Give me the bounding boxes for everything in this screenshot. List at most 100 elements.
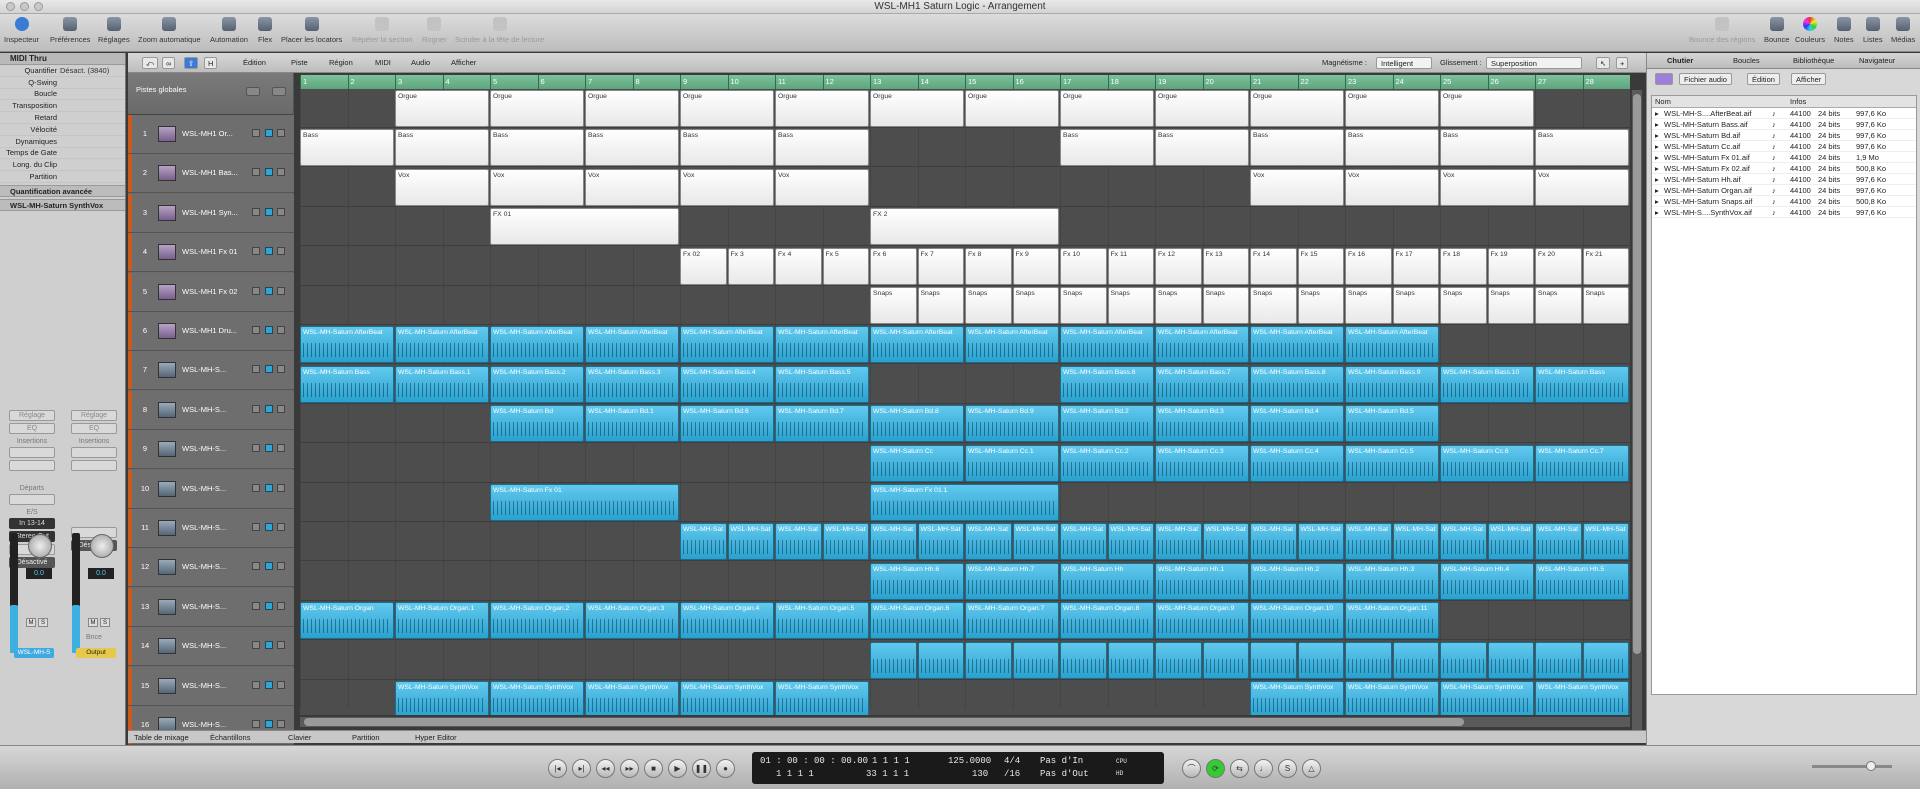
midi-region[interactable]: Bass	[585, 129, 679, 167]
midi-region[interactable]: Orgue	[775, 90, 869, 127]
midi-region[interactable]: Snaps	[1107, 287, 1154, 324]
audio-region[interactable]: WSL-MH-Saturn SynthVox	[775, 681, 869, 715]
audio-region[interactable]	[870, 641, 917, 679]
audio-region[interactable]: WSL-MH-Sat	[1582, 523, 1629, 561]
midi-region[interactable]: Snaps	[1202, 287, 1249, 324]
disclosure-triangle-icon[interactable]: ▸	[1655, 186, 1659, 195]
midi-region[interactable]: Snaps	[1297, 287, 1344, 324]
solo-icon[interactable]	[277, 680, 285, 689]
midi-region[interactable]: Vox	[1250, 168, 1344, 206]
midi-region[interactable]: FX 2	[870, 208, 1059, 246]
bar-ruler[interactable]: 1 2 3 4 5 6 7 8 9 10 11 12 13 14 15 16 17 18 19 20 21 22 23 24 2…	[300, 75, 1630, 89]
midi-region[interactable]: Fx 4	[775, 247, 822, 285]
split-at-playhead-button[interactable]: Scinder à la tête de lecture	[455, 17, 544, 44]
setting-button[interactable]: Réglage	[71, 410, 117, 421]
midi-region[interactable]: Fx 9	[1012, 247, 1059, 285]
bounce-regions-button[interactable]: Bounce des régions	[1689, 17, 1755, 44]
track-name[interactable]: WSL-MH-S...	[182, 523, 226, 532]
track-name[interactable]: WSL-MH-S...	[182, 444, 226, 453]
midi-region[interactable]: Vox	[680, 168, 774, 206]
midi-region[interactable]: Snaps	[965, 287, 1012, 324]
mute-icon[interactable]	[265, 129, 273, 137]
audio-region[interactable]: WSL-MH-Sat	[1345, 523, 1392, 561]
track-header[interactable]: 13 WSL-MH-S...	[128, 587, 294, 627]
track-name[interactable]: WSL-MH-S...	[182, 484, 226, 493]
master-volume-slider[interactable]	[1812, 765, 1892, 768]
audio-region[interactable]: WSL-MH-Saturn Organ.3	[585, 602, 679, 640]
record-icon[interactable]: ●	[716, 759, 735, 778]
midi-region[interactable]: Fx 20	[1535, 247, 1582, 285]
mute-icon[interactable]	[265, 168, 273, 177]
audio-region[interactable]: WSL-MH-Saturn Cc.7	[1535, 444, 1629, 482]
track-name[interactable]: WSL-MH1 Dru...	[182, 326, 237, 335]
audio-region[interactable]: WSL-MH-Saturn Cc.2	[1060, 444, 1154, 482]
audio-region[interactable]: WSL-MH-Saturn Organ	[300, 602, 394, 640]
track-name[interactable]: WSL-MH-S...	[182, 641, 226, 650]
audio-region[interactable]: WSL-MH-Sat	[965, 523, 1012, 561]
midi-region[interactable]: Snaps	[917, 287, 964, 324]
audio-region[interactable]: WSL-MH-Saturn SynthVox	[1250, 681, 1344, 715]
midi-region[interactable]: Bass	[680, 129, 774, 167]
audio-region[interactable]: WSL-MH-Saturn Bd.3	[1155, 405, 1249, 443]
track-header[interactable]: 2 WSL-MH1 Bas...	[128, 154, 294, 194]
audio-region[interactable]	[1012, 641, 1059, 679]
midi-menu[interactable]: MIDI	[372, 57, 394, 69]
mute-icon[interactable]	[265, 286, 273, 295]
audio-region[interactable]: WSL-MH-Saturn AfterBeat	[300, 326, 394, 364]
midi-region[interactable]: Snaps	[1060, 287, 1107, 324]
midi-region[interactable]: Vox	[775, 168, 869, 206]
audio-region[interactable]: WSL-MH-Sat	[680, 523, 727, 561]
track-header[interactable]: 9 WSL-MH-S...	[128, 430, 294, 470]
speaker-icon[interactable]: ♪	[1772, 120, 1776, 129]
audio-region[interactable]: WSL-MH-Saturn SynthVox	[680, 681, 774, 715]
audio-region[interactable]: WSL-MH-Saturn AfterBeat	[1155, 326, 1249, 364]
midi-region[interactable]: Bass	[1440, 129, 1534, 167]
track-header[interactable]: 6 WSL-MH1 Dru...	[128, 312, 294, 351]
audio-region[interactable]: WSL-MH-Saturn Bass.2	[490, 365, 584, 403]
close-window-icon[interactable]	[6, 2, 15, 11]
record-enable-icon[interactable]	[252, 286, 260, 295]
file-row[interactable]: ▸ WSL-MH-Saturn Fx 02.aif ♪ 44100 24 bits 500…	[1652, 163, 1916, 174]
track-name[interactable]: WSL-MH-S...	[182, 405, 226, 414]
mute-icon[interactable]	[265, 247, 273, 256]
solo-icon[interactable]	[277, 562, 285, 571]
speaker-icon[interactable]: ♪	[1772, 208, 1776, 217]
audio-region[interactable]: WSL-MH-Saturn Bd.2	[1060, 405, 1154, 443]
record-enable-icon[interactable]	[252, 247, 260, 256]
audio-region[interactable]: WSL-MH-Sat	[727, 523, 774, 561]
crop-button[interactable]: Rogner	[422, 17, 447, 44]
audio-region[interactable]: WSL-MH-Sat	[1535, 523, 1582, 561]
midi-region[interactable]: Orgue	[395, 90, 489, 127]
audio-file-menu[interactable]: Fichier audio	[1679, 73, 1732, 85]
audio-region[interactable]: WSL-MH-Saturn Cc.6	[1440, 444, 1534, 482]
midi-region[interactable]: Fx 12	[1155, 247, 1202, 285]
inspector-param-row[interactable]: Partition	[0, 171, 125, 183]
audio-region[interactable]: WSL-MH-Sat	[1392, 523, 1439, 561]
midi-region[interactable]: Snaps	[1012, 287, 1059, 324]
file-row[interactable]: ▸ WSL-MH-Saturn Snaps.aif ♪ 44100 24 bits 500…	[1652, 196, 1916, 207]
record-enable-icon[interactable]	[252, 720, 260, 728]
solo-icon[interactable]	[277, 601, 285, 610]
mute-icon[interactable]	[265, 641, 273, 650]
audio-menu[interactable]: Audio	[408, 57, 433, 69]
advanced-quantize[interactable]: Quantification avancée	[0, 184, 125, 197]
speaker-icon[interactable]: ♪	[1772, 197, 1776, 206]
audio-region[interactable]	[1060, 641, 1107, 679]
track-header[interactable]: 8 WSL-MH-S...	[128, 390, 294, 430]
autopunch-icon[interactable]: ⇆	[1230, 759, 1249, 778]
settings-button[interactable]: Réglages	[98, 17, 130, 44]
auto-zoom-button[interactable]: Zoom automatique	[138, 17, 201, 44]
record-enable-icon[interactable]	[252, 168, 260, 177]
inspector-param-row[interactable]: Retard	[0, 112, 125, 124]
disclosure-triangle-icon[interactable]: ▸	[1655, 153, 1659, 162]
tab-browser[interactable]: Navigateur	[1859, 56, 1895, 65]
track-header[interactable]: 12 WSL-MH-S...	[128, 548, 294, 588]
midi-region[interactable]: Bass	[1345, 129, 1439, 167]
midi-region[interactable]: Snaps	[1345, 287, 1392, 324]
audio-region[interactable]	[1107, 641, 1154, 679]
midi-region[interactable]: Orgue	[965, 90, 1059, 127]
midi-region[interactable]: Fx 11	[1107, 247, 1154, 285]
record-enable-icon[interactable]	[252, 562, 260, 571]
file-row[interactable]: ▸ WSL-MH-Saturn Bd.aif ♪ 44100 24 bits 997,6 …	[1652, 130, 1916, 141]
midi-region[interactable]: Fx 13	[1202, 247, 1249, 285]
